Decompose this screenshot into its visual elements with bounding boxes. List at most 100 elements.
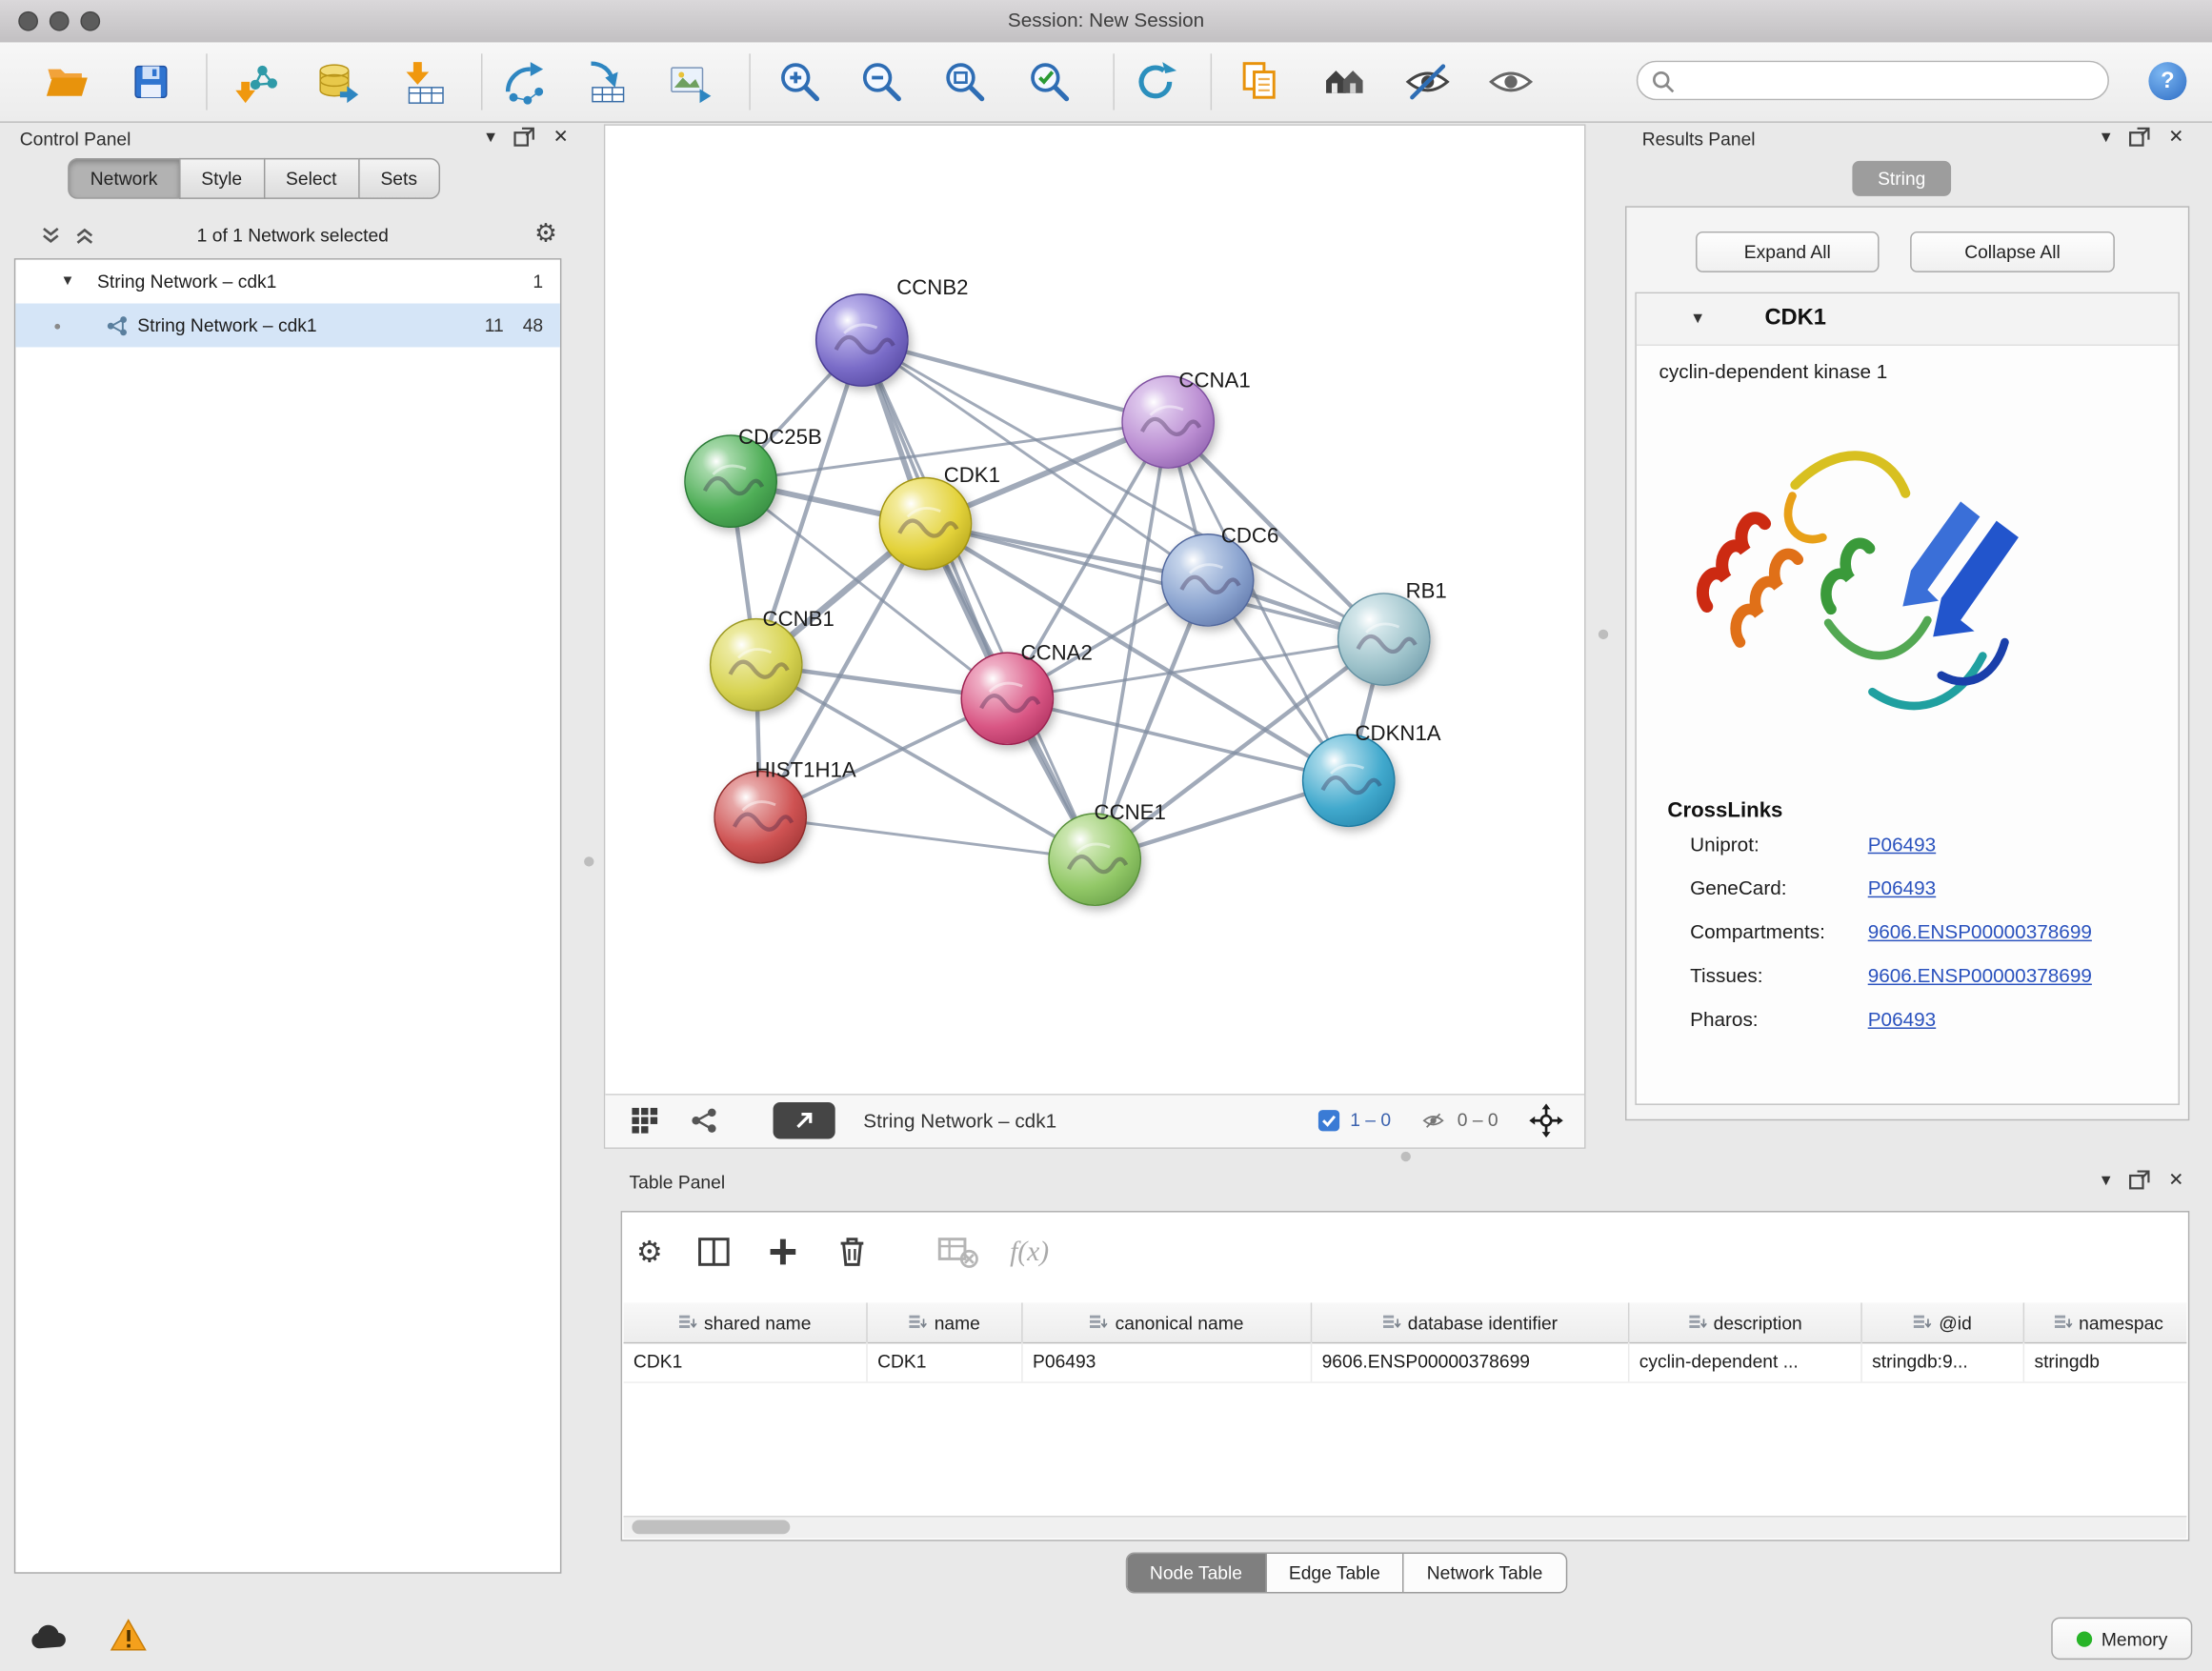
copy-document-icon[interactable] — [1236, 58, 1283, 106]
tab-network-table[interactable]: Network Table — [1404, 1554, 1565, 1592]
network-collection-label: String Network – cdk1 — [97, 271, 276, 292]
toolbar-separator — [749, 53, 750, 110]
table-cell-canonical-name[interactable]: P06493 — [1023, 1342, 1313, 1381]
close-panel-icon[interactable]: ✕ — [2168, 1170, 2183, 1190]
network-node-ccnb2[interactable] — [815, 293, 909, 387]
panel-menu-icon[interactable]: ▾ — [2101, 1170, 2111, 1190]
network-canvas[interactable]: CCNB2CCNA1CDC25BCDK1CDC6RB1CCNB1CCNA2CDK… — [605, 126, 1584, 1096]
tab-node-table[interactable]: Node Table — [1127, 1554, 1266, 1592]
crosslink-link-tissues[interactable]: 9606.ENSP00000378699 — [1868, 959, 2092, 991]
open-session-icon[interactable] — [42, 58, 90, 106]
table-settings-gear-icon[interactable]: ⚙ — [636, 1234, 663, 1269]
float-panel-icon[interactable] — [2129, 1170, 2150, 1190]
export-image-icon[interactable] — [666, 58, 714, 106]
control-panel-controls: ▾ ✕ — [486, 127, 569, 147]
panel-menu-icon[interactable]: ▾ — [486, 127, 495, 147]
cloud-status-icon[interactable] — [29, 1621, 70, 1655]
save-session-icon[interactable] — [127, 58, 174, 106]
column-header-id[interactable]: @id — [1862, 1302, 2024, 1341]
selected-checkbox-icon[interactable] — [1317, 1109, 1340, 1132]
node-label-hist1h1a: HIST1H1A — [755, 758, 856, 782]
table-row[interactable]: CDK1CDK1P064939606.ENSP00000378699cyclin… — [624, 1342, 2187, 1383]
new-network-icon[interactable] — [501, 58, 549, 106]
add-column-icon[interactable] — [764, 1234, 801, 1271]
show-columns-icon[interactable] — [694, 1232, 733, 1271]
network-node-rb1[interactable] — [1337, 593, 1431, 686]
tab-style[interactable]: Style — [179, 158, 264, 199]
hidden-eye-icon[interactable] — [1420, 1109, 1446, 1132]
apply-layout-icon[interactable] — [1132, 58, 1179, 106]
tab-edge-table[interactable]: Edge Table — [1266, 1554, 1404, 1592]
network-view: CCNB2CCNA1CDC25BCDK1CDC6RB1CCNB1CCNA2CDK… — [604, 124, 1586, 1148]
crosslink-link-uniprot[interactable]: P06493 — [1868, 829, 1936, 860]
close-panel-icon[interactable]: ✕ — [553, 127, 569, 147]
table-cell-description[interactable]: cyclin-dependent ... — [1629, 1342, 1861, 1381]
tab-network[interactable]: Network — [68, 158, 179, 199]
disclosure-triangle-icon[interactable]: ▼ — [61, 273, 75, 289]
grid-view-icon[interactable] — [631, 1106, 659, 1135]
table-cell-name[interactable]: CDK1 — [868, 1342, 1023, 1381]
import-network-database-icon[interactable] — [313, 58, 361, 106]
control-panel: Control Panel ▾ ✕ NetworkStyleSelectSets… — [11, 124, 574, 1603]
horizontal-splitter-handle[interactable] — [1401, 1152, 1411, 1161]
gear-icon[interactable]: ⚙ — [534, 219, 557, 249]
column-header-description[interactable]: description — [1629, 1302, 1861, 1341]
zoom-in-icon[interactable] — [775, 58, 823, 106]
import-network-file-icon[interactable] — [232, 58, 280, 106]
vertical-splitter-handle[interactable] — [584, 856, 593, 866]
network-node-cdkn1a[interactable] — [1302, 734, 1396, 827]
network-node-ccne1[interactable] — [1048, 813, 1141, 906]
table-cell-id[interactable]: stringdb:9... — [1862, 1342, 2024, 1381]
network-node-ccnb1[interactable] — [710, 618, 803, 712]
tab-select[interactable]: Select — [263, 158, 357, 199]
column-header-name[interactable]: name — [868, 1302, 1023, 1341]
protein-section-header[interactable]: ▼ CDK1 — [1637, 293, 2179, 346]
float-panel-icon[interactable] — [2129, 127, 2150, 147]
results-content: Expand All Collapse All ▼ CDK1 cyclin-de… — [1625, 206, 2189, 1120]
float-panel-icon[interactable] — [513, 127, 534, 147]
help-button[interactable]: ? — [2148, 62, 2186, 100]
panel-menu-icon[interactable]: ▾ — [2101, 127, 2111, 147]
zoom-fit-icon[interactable] — [941, 58, 989, 106]
network-node-hist1h1a[interactable] — [714, 771, 807, 864]
scrollbar-thumb[interactable] — [632, 1520, 790, 1534]
tab-string[interactable]: String — [1852, 161, 1951, 196]
memory-button[interactable]: Memory — [2051, 1618, 2192, 1660]
network-collection-row[interactable]: ▼ String Network – cdk1 1 — [15, 260, 560, 304]
close-panel-icon[interactable]: ✕ — [2168, 127, 2183, 147]
vertical-splitter-handle[interactable] — [1599, 630, 1608, 639]
disclosure-triangle-icon[interactable]: ▼ — [1690, 311, 1705, 328]
tab-sets[interactable]: Sets — [358, 158, 440, 199]
table-cell-shared-name[interactable]: CDK1 — [624, 1342, 868, 1381]
open-in-new-window-button[interactable] — [774, 1102, 835, 1139]
network-overview-icon[interactable] — [690, 1106, 718, 1135]
control-panel-title: Control Panel — [20, 129, 131, 150]
zoom-selected-icon[interactable] — [1026, 58, 1074, 106]
network-row[interactable]: ● String Network – cdk1 11 48 — [15, 304, 560, 348]
first-neighbors-icon[interactable] — [1320, 58, 1368, 106]
delete-column-trash-icon[interactable] — [832, 1232, 871, 1271]
crosslink-link-compartments[interactable]: 9606.ENSP00000378699 — [1868, 916, 2092, 947]
column-header-canonical-name[interactable]: canonical name — [1023, 1302, 1313, 1341]
column-header-namespac[interactable]: namespac — [2024, 1302, 2186, 1341]
column-header-shared-name[interactable]: shared name — [624, 1302, 868, 1341]
zoom-out-icon[interactable] — [857, 58, 905, 106]
import-table-file-icon[interactable] — [401, 58, 449, 106]
search-box[interactable] — [1637, 61, 2109, 100]
column-header-database-identifier[interactable]: database identifier — [1312, 1302, 1629, 1341]
table-cell-namespac[interactable]: stringdb — [2024, 1342, 2186, 1381]
horizontal-scrollbar[interactable] — [624, 1516, 2187, 1539]
new-table-icon[interactable] — [583, 58, 631, 106]
search-input[interactable] — [1680, 64, 2102, 101]
hide-details-icon[interactable] — [1403, 58, 1451, 106]
crosslink-link-pharos[interactable]: P06493 — [1868, 1003, 1936, 1035]
expand-all-button[interactable]: Expand All — [1696, 232, 1880, 272]
network-node-ccna2[interactable] — [960, 652, 1054, 745]
collapse-all-button[interactable]: Collapse All — [1910, 232, 2115, 272]
show-details-eye-icon[interactable] — [1487, 58, 1535, 106]
warning-icon[interactable] — [111, 1618, 148, 1655]
move-crosshair-icon[interactable] — [1529, 1103, 1563, 1137]
table-cell-database-identifier[interactable]: 9606.ENSP00000378699 — [1312, 1342, 1629, 1381]
crosslink-link-genecard[interactable]: P06493 — [1868, 873, 1936, 904]
network-node-cdk1[interactable] — [879, 477, 973, 571]
